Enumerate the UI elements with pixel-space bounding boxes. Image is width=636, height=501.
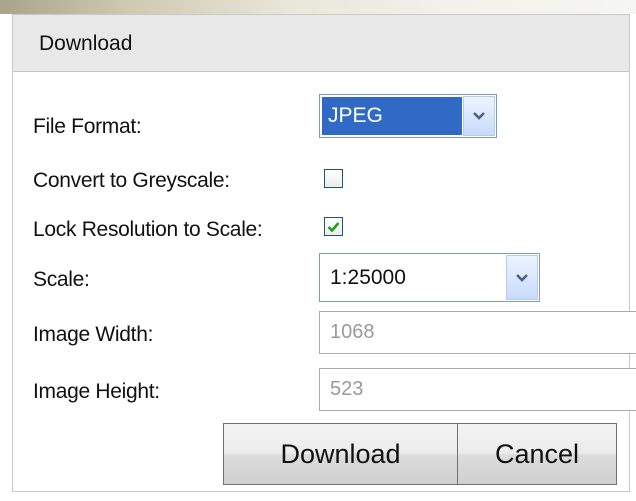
scale-label: Scale: [33, 268, 90, 291]
image-height-field[interactable]: 523 [319, 368, 636, 411]
file-format-label: File Format: [33, 115, 142, 138]
checkmark-icon [327, 221, 340, 232]
dialog-title: Download [39, 32, 133, 55]
chevron-down-icon[interactable] [463, 96, 495, 136]
chevron-down-icon[interactable] [506, 255, 538, 300]
file-format-value: JPEG [322, 97, 462, 135]
image-height-label: Image Height: [33, 380, 160, 403]
cancel-button[interactable]: Cancel [457, 423, 617, 485]
dialog-titlebar[interactable]: Download [13, 15, 629, 72]
image-width-label: Image Width: [33, 323, 154, 346]
scale-value: 1:25000 [330, 266, 406, 289]
download-button[interactable]: Download [223, 423, 458, 485]
lock-resolution-checkbox[interactable] [324, 217, 343, 236]
scale-select[interactable]: 1:25000 [319, 253, 540, 302]
file-format-select[interactable]: JPEG [319, 94, 497, 138]
greyscale-checkbox[interactable] [324, 169, 343, 188]
download-dialog: Download File Format: JPEG Convert to Gr… [12, 14, 636, 492]
background-strip [0, 0, 636, 14]
image-width-field[interactable]: 1068 [319, 311, 636, 354]
lock-resolution-label: Lock Resolution to Scale: [33, 218, 263, 241]
greyscale-label: Convert to Greyscale: [33, 169, 230, 192]
